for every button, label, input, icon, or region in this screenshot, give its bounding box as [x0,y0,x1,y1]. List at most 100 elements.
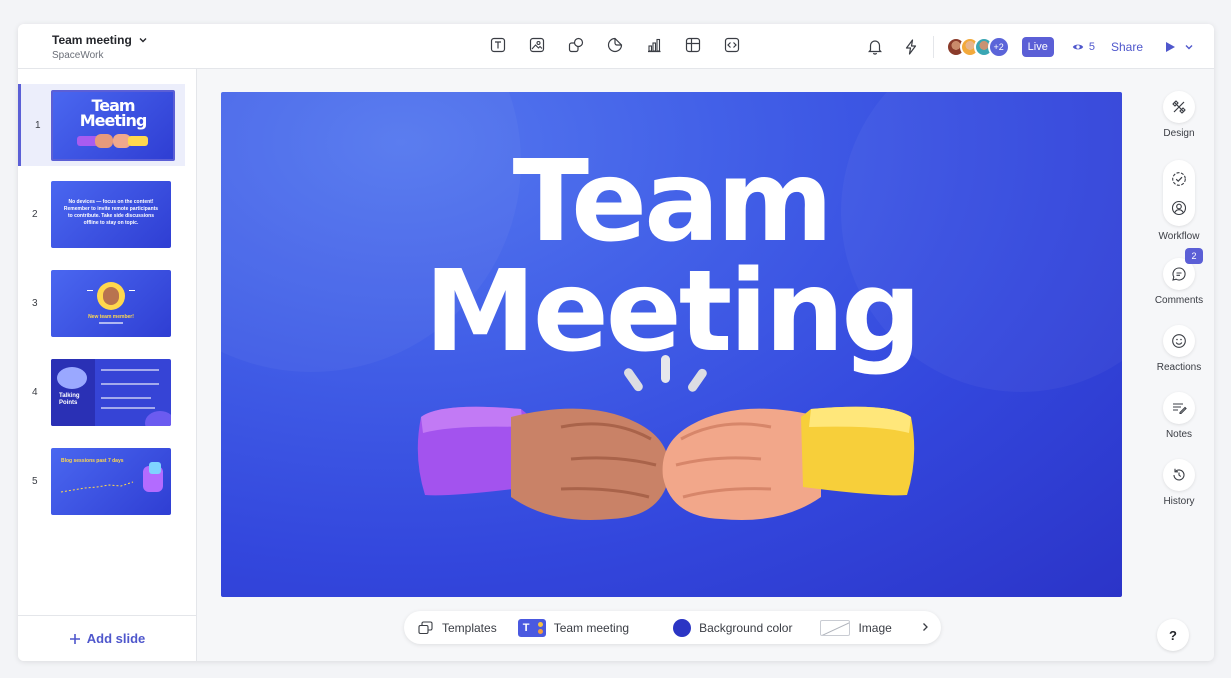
image-button[interactable]: Image [820,619,892,636]
comments-count-badge: 2 [1185,248,1203,264]
add-slide-label: Add slide [86,631,146,646]
notes-icon [1173,403,1187,415]
templates-button[interactable]: Templates [418,621,497,635]
workspace-name: SpaceWork [52,50,104,61]
slide-thumbnail-5[interactable]: 5 Blog sessions past 7 days [18,440,185,522]
notes-button[interactable] [1163,392,1195,424]
slide-thumb-title: Meeting [79,111,148,130]
fist-bump-illustration[interactable] [411,347,921,547]
templates-label: Templates [442,620,497,635]
background-color-label: Background color [699,620,793,635]
viewer-count-value: 5 [1088,40,1095,53]
slide-thumbnail-2[interactable]: 2 No devices — focus on the content! Rem… [18,173,185,255]
theme-icon: T [517,618,546,637]
slide-thumbnail-4[interactable]: 4 Talking Points [18,351,185,433]
slide-number: 3 [32,298,38,309]
slide-number: 1 [35,120,41,131]
slide-number: 2 [32,209,38,220]
help-button[interactable]: ? [1157,619,1189,651]
notes-panel-button[interactable]: Notes [1144,392,1214,440]
sticker-tool-button[interactable] [605,35,625,55]
comments-panel-button[interactable]: 2 Comments [1144,248,1214,306]
table-icon [685,37,701,53]
history-panel-button[interactable]: History [1144,459,1214,507]
slide-canvas[interactable]: Team Meeting [221,92,1122,597]
comment-icon [1172,267,1186,281]
live-button[interactable]: Live [1021,36,1054,57]
slide-preview: No devices — focus on the content! Remem… [51,181,171,248]
slide-title-line-1[interactable]: Team [221,142,1122,262]
smiley-icon [1172,334,1186,348]
more-collaborators-badge[interactable]: +2 [987,35,1010,58]
shapes-tool-button[interactable] [566,35,586,55]
image-label: Image [858,620,892,635]
comments-label: Comments [1154,295,1204,306]
history-label: History [1163,496,1195,507]
embed-icon [724,37,740,53]
lightning-icon [905,38,916,55]
history-button[interactable] [1163,459,1195,491]
color-swatch-icon [673,618,692,637]
theme-chip-letter: T [522,621,530,634]
reactions-panel-button[interactable]: Reactions [1144,325,1214,373]
design-panel-button[interactable]: Design [1144,91,1214,139]
theme-label: Team meeting [553,620,630,635]
design-button[interactable] [1163,91,1195,123]
right-rail: Design Workflow 2 Comments Reactions Not… [1144,69,1214,661]
slide-number: 4 [32,387,38,398]
workflow-label: Workflow [1158,231,1200,242]
chevron-right-icon [922,622,928,631]
reactions-label: Reactions [1156,362,1202,373]
check-circle-icon [1172,171,1186,186]
chart-icon [648,38,661,53]
slide-preview: Blog sessions past 7 days [51,448,171,515]
eye-icon [1072,44,1084,49]
chart-tool-button[interactable] [644,35,664,55]
plus-icon [69,633,80,644]
more-options-button[interactable] [921,621,929,635]
header-actions: +2 Live 5 Share [865,24,1214,69]
notifications-button[interactable] [865,37,885,57]
image-icon [529,37,545,53]
slide-thumb-text: Blog sessions past 7 days [61,458,124,464]
text-tool-button[interactable] [488,35,508,55]
slide-thumbnail-1[interactable]: 1 Team Meeting [18,84,185,166]
background-color-button[interactable]: Background color [673,618,793,637]
bell-icon [867,40,882,55]
slide-options-bar: Templates T Team meeting Background colo… [404,611,941,644]
templates-icon [418,620,433,634]
design-label: Design [1163,128,1195,139]
no-image-icon [820,619,851,636]
table-tool-button[interactable] [683,35,703,55]
image-tool-button[interactable] [527,35,547,55]
shapes-icon [568,37,584,53]
user-circle-icon [1171,200,1187,215]
reactions-button[interactable] [1163,325,1195,357]
text-icon [490,37,506,53]
history-icon [1173,468,1185,481]
top-bar: Team meeting SpaceWork +2 Live 5 Share [18,24,1214,69]
divider [932,35,934,58]
document-title-menu[interactable]: Team meeting [52,33,148,47]
play-icon [1166,41,1175,52]
slide-sidebar: 1 Team Meeting 2 No devices — focus on t… [18,69,197,661]
viewers-count[interactable]: 5 [1072,41,1095,53]
quick-actions-button[interactable] [901,37,921,57]
workflow-button[interactable] [1163,160,1195,226]
collaborator-avatars[interactable]: +2 [945,35,1010,58]
add-slide-button[interactable]: Add slide [18,615,196,661]
theme-button[interactable]: T Team meeting [517,618,630,637]
document-title: Team meeting [52,33,132,47]
present-button[interactable] [1165,41,1194,53]
slide-thumb-text: No devices — focus on the content! Remem… [63,199,159,226]
insert-toolbar [488,35,742,55]
sticker-icon [607,37,623,53]
slide-thumb-text: Talking Points [59,393,80,406]
embed-tool-button[interactable] [722,35,742,55]
slide-number: 5 [32,476,38,487]
workflow-panel-button[interactable]: Workflow [1144,160,1214,242]
slide-thumbnail-3[interactable]: 3 New team member! [18,262,185,344]
chevron-down-icon [1185,44,1193,49]
share-button[interactable]: Share [1111,40,1143,54]
chevron-down-icon [139,38,147,43]
